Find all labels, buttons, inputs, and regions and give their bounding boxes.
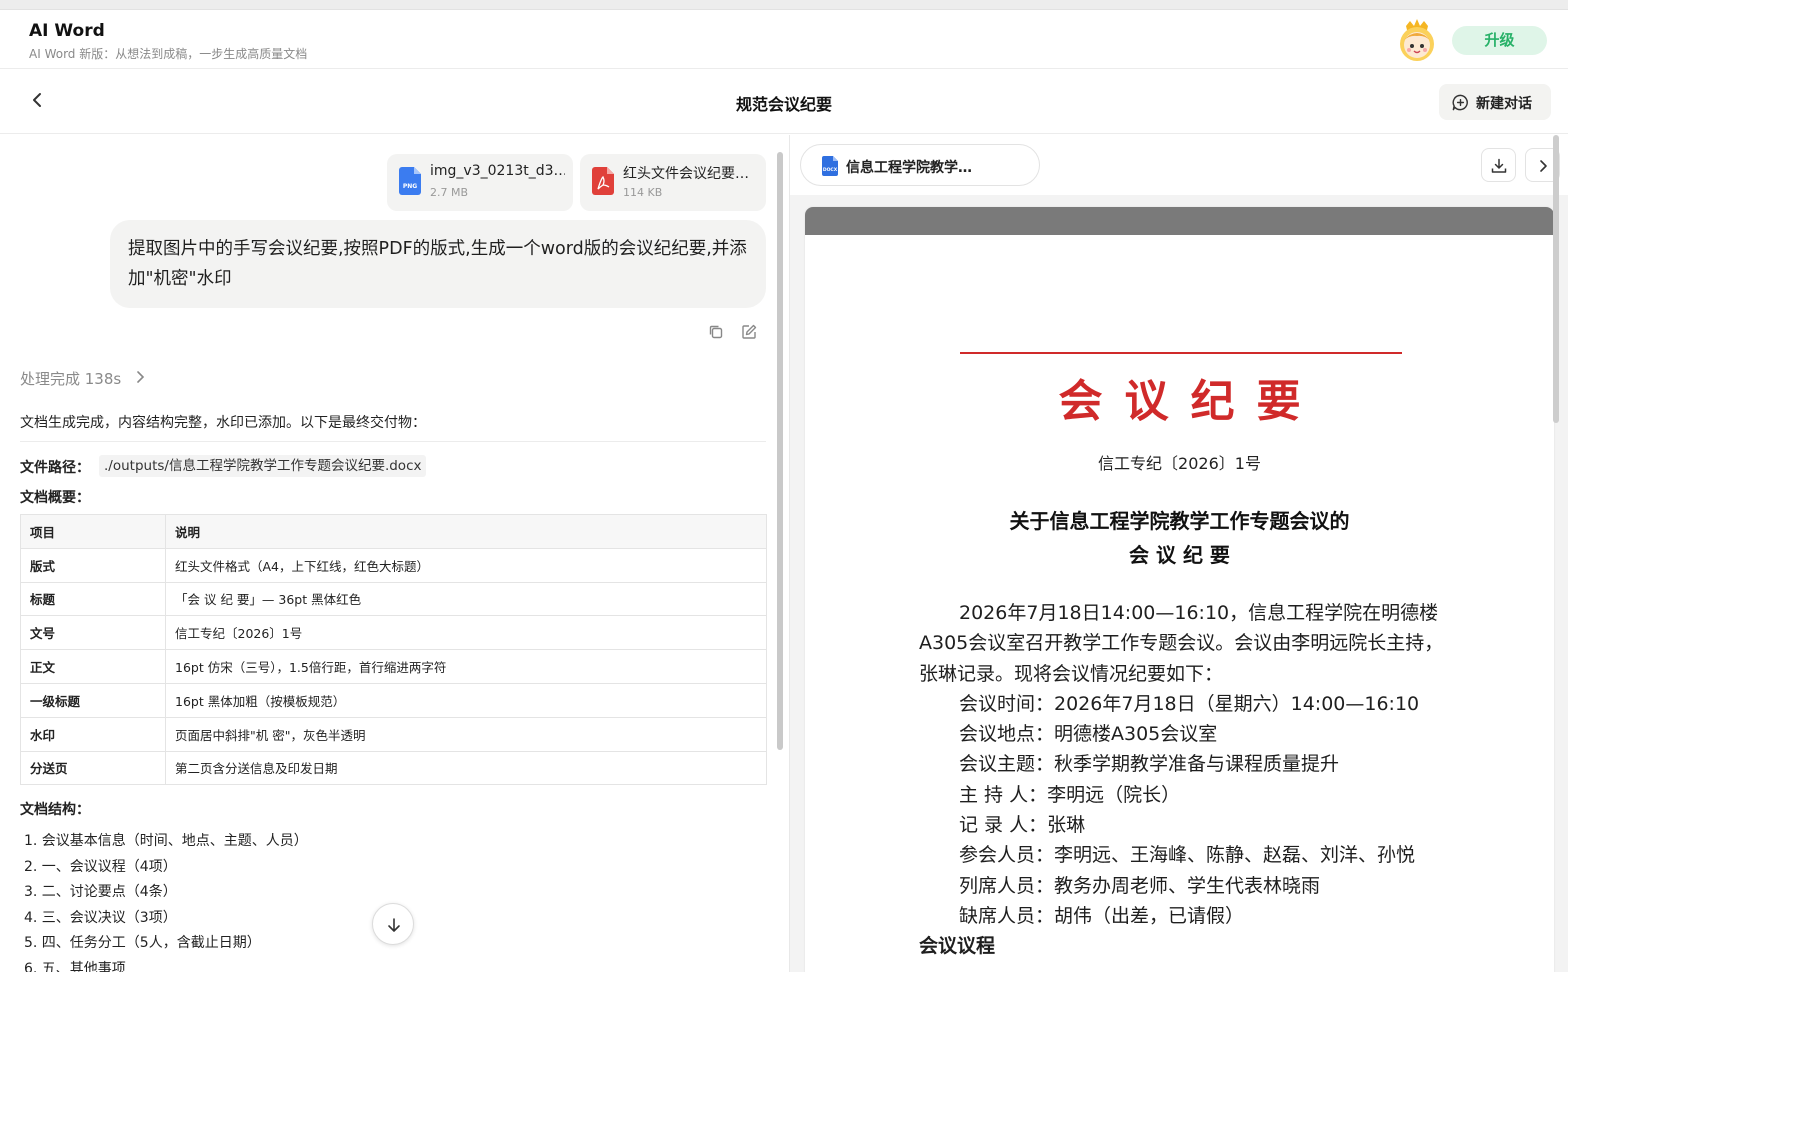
table-row: 分送页 第二页含分送信息及印发日期 bbox=[20, 750, 767, 786]
table-cell-key: 标题 bbox=[20, 581, 166, 617]
new-chat-label: 新建对话 bbox=[1476, 96, 1532, 112]
table-cell-value: 红头文件格式（A4，上下红线，红色大标题） bbox=[165, 547, 767, 583]
table-header-cell: 说明 bbox=[165, 514, 767, 549]
table-cell-key: 正文 bbox=[20, 649, 166, 684]
preview-tabbar: DOCX 信息工程学院教学… bbox=[790, 135, 1568, 195]
new-chat-icon bbox=[1452, 94, 1468, 111]
table-cell-value: 「会 议 纪 要」— 36pt 黑体红色 bbox=[165, 581, 767, 617]
chevron-right-icon bbox=[137, 371, 145, 383]
document-body: 2026年7月18日14:00—16:10，信息工程学院在明德楼A305会议室召… bbox=[919, 598, 1449, 962]
list-item: 4. 三、会议决议（3项） bbox=[24, 909, 177, 926]
document-tab[interactable]: DOCX 信息工程学院教学… bbox=[800, 144, 1040, 186]
app-header: AI Word AI Word 新版：从想法到成稿，一步生成高质量文档 升级 bbox=[0, 10, 1568, 69]
table-row: 水印 页面居中斜排"机 密"，灰色半透明 bbox=[20, 716, 767, 752]
list-item: 3. 二、讨论要点（4条） bbox=[24, 884, 177, 901]
table-header-cell: 项目 bbox=[20, 514, 166, 549]
document-preview-panel: DOCX 信息工程学院教学… 会议纪要 信工专纪〔2026〕1号 关于信息工程学… bbox=[790, 135, 1568, 972]
attachment-card-pdf[interactable]: 红头文件会议纪要… 114 KB bbox=[580, 154, 766, 211]
file-path-code[interactable]: ./outputs/信息工程学院教学工作专题会议纪要.docx bbox=[99, 455, 427, 477]
document-line: 会议地点：明德楼A305会议室 bbox=[959, 723, 1218, 746]
docx-file-icon: DOCX bbox=[822, 156, 838, 176]
document-paragraph: 2026年7月18日14:00—16:10，信息工程学院在明德楼A305会议室召… bbox=[919, 602, 1444, 685]
document-title-line: 会 议 纪 要 bbox=[1129, 543, 1230, 567]
document-line: 列席人员：教务办周老师、学生代表林晓雨 bbox=[959, 874, 1321, 897]
table-cell-value: 信工专纪〔2026〕1号 bbox=[165, 615, 767, 651]
table-row: 一级标题 16pt 黑体加粗（按模板规范） bbox=[20, 682, 767, 718]
table-cell-key: 分送页 bbox=[20, 750, 166, 786]
arrow-down-icon bbox=[388, 918, 400, 932]
document-title: 关于信息工程学院教学工作专题会议的 会 议 纪 要 bbox=[805, 504, 1554, 572]
avatar[interactable] bbox=[1396, 18, 1438, 62]
attachment-size: 2.7 MB bbox=[430, 186, 469, 199]
list-item: 6. 五、其他事项 bbox=[24, 960, 126, 972]
upgrade-button[interactable]: 升级 bbox=[1452, 26, 1547, 55]
attachment-name: img_v3_0213t_d3… bbox=[430, 163, 565, 179]
edit-icon[interactable] bbox=[740, 323, 758, 341]
document-title-line: 关于信息工程学院教学工作专题会议的 bbox=[1009, 509, 1350, 533]
page-top-band bbox=[805, 207, 1554, 235]
user-message-bubble: 提取图片中的手写会议纪要,按照PDF的版式,生成一个word版的会议纪纪要,并添… bbox=[110, 220, 766, 308]
svg-text:DOCX: DOCX bbox=[823, 167, 838, 173]
table-cell-value: 第二页含分送信息及印发日期 bbox=[165, 750, 767, 786]
list-item: 5. 四、任务分工（5人，含截止日期） bbox=[24, 935, 261, 952]
table-cell-key: 水印 bbox=[20, 716, 166, 752]
chat-scrollbar[interactable] bbox=[777, 152, 783, 750]
pdf-file-icon bbox=[592, 167, 614, 195]
list-item: 2. 一、会议议程（4项） bbox=[24, 858, 177, 875]
app-title: AI Word bbox=[29, 21, 105, 41]
download-button[interactable] bbox=[1481, 148, 1516, 182]
document-heading: 会议纪要 bbox=[1058, 376, 1323, 427]
conversation-header: 规范会议纪要 新建对话 bbox=[0, 70, 1568, 134]
table-header-row: 项目 说明 bbox=[20, 514, 767, 549]
table-row: 文号 信工专纪〔2026〕1号 bbox=[20, 615, 767, 651]
table-row: 标题 「会 议 纪 要」— 36pt 黑体红色 bbox=[20, 581, 767, 617]
attachment-size: 114 KB bbox=[623, 186, 663, 199]
document-line: 主 持 人：李明远（院长） bbox=[959, 783, 1181, 806]
list-item: 1. 会议基本信息（时间、地点、主题、人员） bbox=[24, 833, 308, 849]
document-line: 参会人员：李明远、王海峰、陈静、赵磊、刘洋、孙悦 bbox=[959, 844, 1416, 867]
scroll-to-bottom-button[interactable] bbox=[372, 903, 414, 945]
attachment-card-image[interactable]: PNG img_v3_0213t_d3… 2.7 MB bbox=[387, 154, 573, 211]
document-number: 信工专纪〔2026〕1号 bbox=[1098, 454, 1261, 473]
preview-scrollbar[interactable] bbox=[1553, 135, 1559, 423]
document-page: 会议纪要 信工专纪〔2026〕1号 关于信息工程学院教学工作专题会议的 会 议 … bbox=[805, 207, 1554, 972]
chevron-right-icon bbox=[1540, 160, 1547, 172]
table-cell-key: 文号 bbox=[20, 615, 166, 651]
processing-status-text: 处理完成 138s bbox=[20, 370, 122, 388]
browser-top-strip bbox=[0, 0, 1568, 10]
document-section-heading: 会议议程 bbox=[919, 935, 996, 958]
new-chat-button[interactable]: 新建对话 bbox=[1439, 84, 1551, 120]
copy-icon[interactable] bbox=[707, 323, 725, 341]
png-file-icon: PNG bbox=[399, 167, 421, 195]
document-line: 会议时间：2026年7月18日（星期六）14:00—16:10 bbox=[959, 692, 1420, 715]
conversation-title: 规范会议纪要 bbox=[735, 95, 832, 114]
file-path-label: 文件路径： bbox=[20, 460, 90, 476]
table-cell-value: 16pt 仿宋（三号），1.5倍行距，首行缩进两字符 bbox=[165, 649, 767, 684]
reply-intro: 文档生成完成，内容结构完整，水印已添加。以下是最终交付物： bbox=[20, 415, 426, 431]
table-cell-value: 16pt 黑体加粗（按模板规范） bbox=[165, 682, 767, 718]
document-line: 会议主题：秋季学期教学准备与课程质量提升 bbox=[959, 753, 1340, 776]
document-line: 记 录 人：张琳 bbox=[959, 814, 1086, 837]
table-cell-key: 版式 bbox=[20, 547, 166, 583]
table-row: 正文 16pt 仿宋（三号），1.5倍行距，首行缩进两字符 bbox=[20, 649, 767, 684]
app-subtitle: AI Word 新版：从想法到成稿，一步生成高质量文档 bbox=[29, 47, 308, 61]
divider bbox=[20, 441, 766, 442]
overview-label: 文档概要： bbox=[20, 490, 90, 506]
table-cell-key: 一级标题 bbox=[20, 682, 166, 718]
table-cell-value: 页面居中斜排"机 密"，灰色半透明 bbox=[165, 716, 767, 752]
attachment-name: 红头文件会议纪要… bbox=[623, 166, 749, 182]
red-header-line bbox=[960, 352, 1402, 354]
overview-table: 项目 说明 版式 红头文件格式（A4，上下红线，红色大标题） 标题 「会 议 纪 要… bbox=[20, 514, 767, 786]
table-row: 版式 红头文件格式（A4，上下红线，红色大标题） bbox=[20, 547, 767, 583]
processing-status[interactable]: 处理完成 138s bbox=[20, 368, 145, 389]
download-icon bbox=[1491, 158, 1507, 173]
document-tab-label: 信息工程学院教学… bbox=[846, 160, 972, 176]
svg-text:PNG: PNG bbox=[403, 183, 417, 190]
chat-panel: PNG img_v3_0213t_d3… 2.7 MB 红头文件会议纪要… 11… bbox=[0, 135, 788, 972]
structure-label: 文档结构： bbox=[20, 802, 90, 818]
structure-list: 1. 会议基本信息（时间、地点、主题、人员） 2. 一、会议议程（4项） 3. … bbox=[24, 829, 308, 972]
document-line: 缺席人员：胡伟（出差，已请假） bbox=[959, 904, 1245, 927]
